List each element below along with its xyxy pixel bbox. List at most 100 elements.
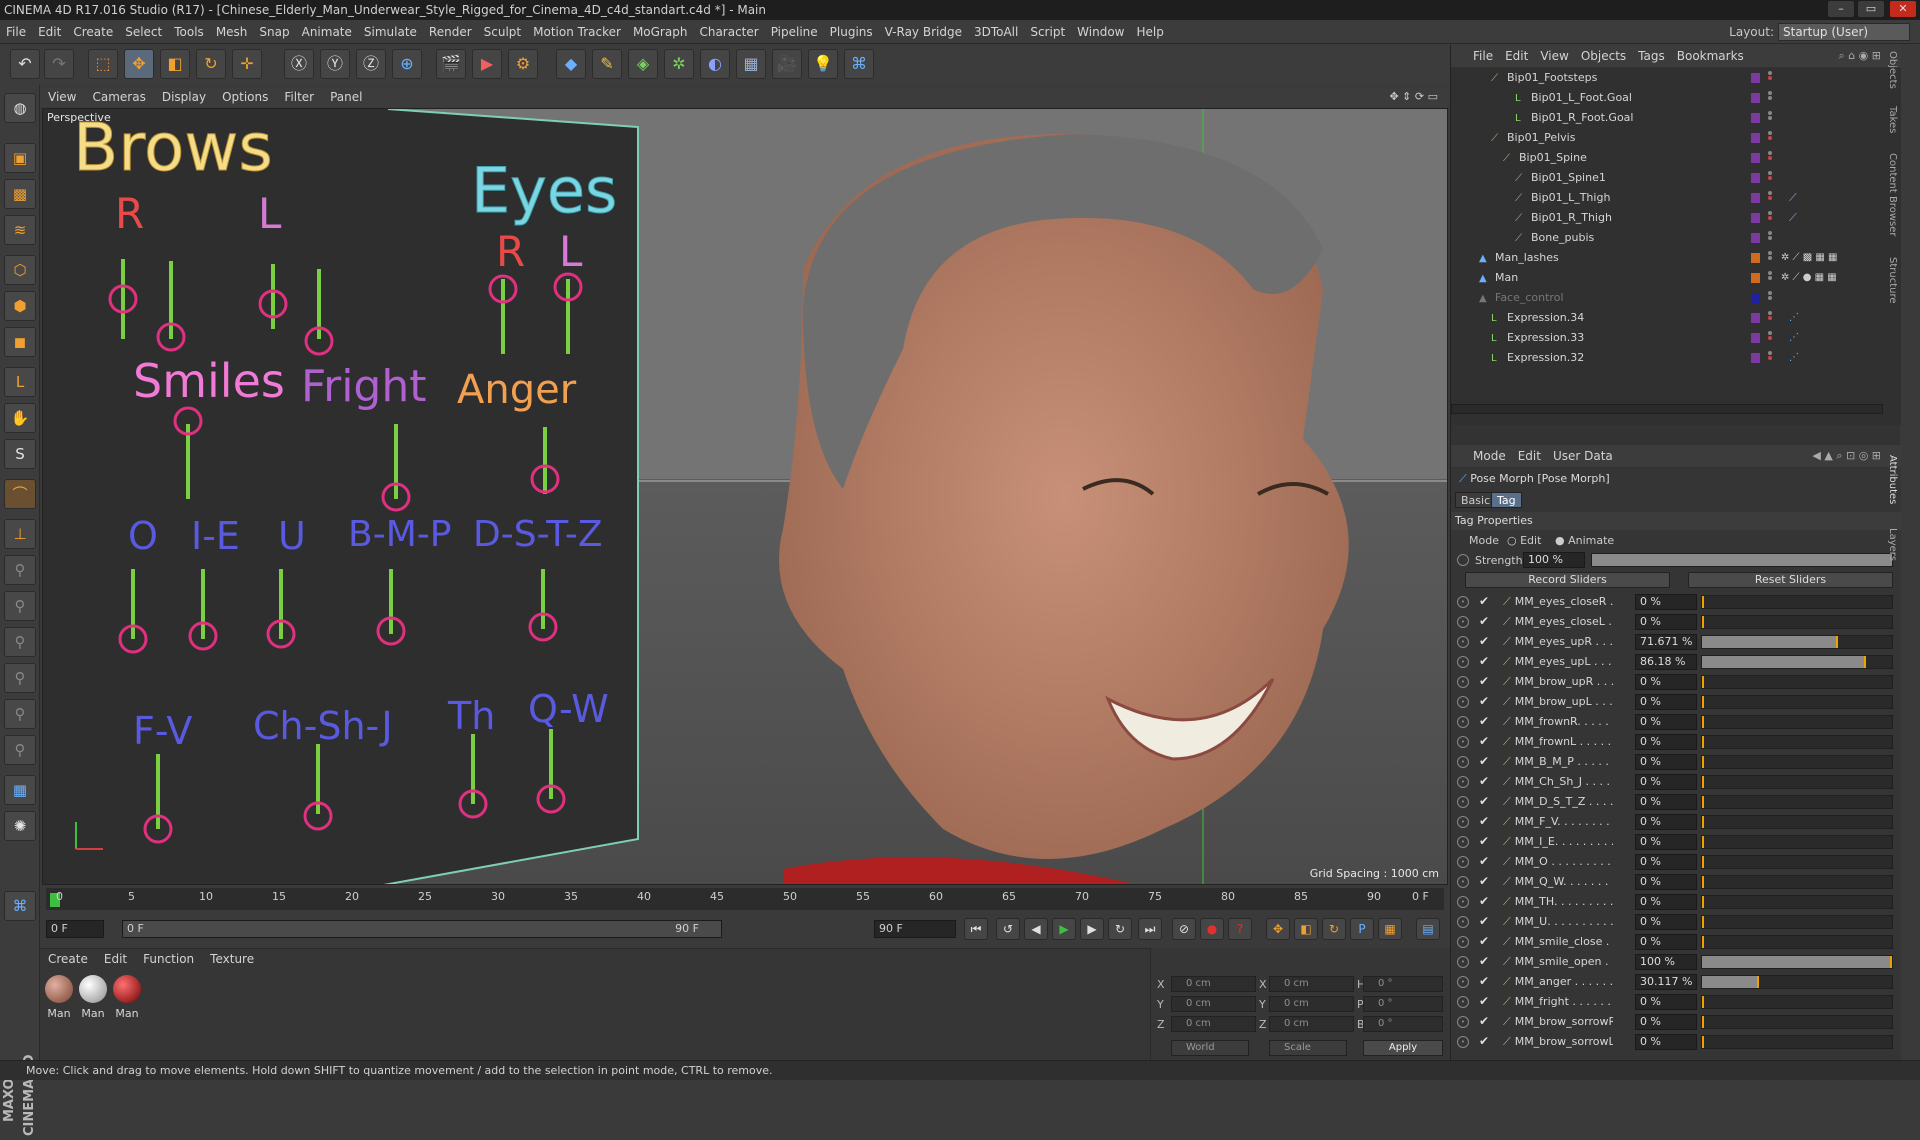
morph-value-field[interactable]: 0 %: [1635, 1014, 1697, 1030]
strength-animate-icon[interactable]: [1457, 554, 1469, 566]
morph-value-field[interactable]: 100 %: [1635, 954, 1697, 970]
animate-dot-icon[interactable]: •: [1457, 816, 1469, 828]
morph-slider[interactable]: [1701, 755, 1893, 769]
z-axis-lock-icon[interactable]: Ⓩ: [356, 49, 386, 79]
animate-dot-icon[interactable]: •: [1457, 716, 1469, 728]
enable-checkbox[interactable]: ✔: [1479, 914, 1493, 928]
material-menu-create[interactable]: Create: [40, 949, 96, 969]
perspective-viewport[interactable]: Brows R L Eyes R L Smiles Fright Anger O…: [42, 108, 1448, 885]
morph-slider[interactable]: [1701, 895, 1893, 909]
visibility-dots[interactable]: [1768, 231, 1772, 245]
side-tab-attributes[interactable]: Attributes: [1884, 445, 1898, 515]
ik-tool-icon[interactable]: ⚲: [4, 591, 36, 621]
enable-checkbox[interactable]: ✔: [1479, 974, 1493, 988]
animate-dot-icon[interactable]: •: [1457, 876, 1469, 888]
enable-checkbox[interactable]: ✔: [1479, 754, 1493, 768]
record-sliders-button[interactable]: Record Sliders: [1465, 572, 1670, 588]
animate-dot-icon[interactable]: •: [1457, 696, 1469, 708]
morph-slider[interactable]: [1701, 935, 1893, 949]
render-picture-viewer-icon[interactable]: ▶: [472, 49, 502, 79]
enable-checkbox[interactable]: ✔: [1479, 714, 1493, 728]
morph-value-field[interactable]: 0 %: [1635, 614, 1697, 630]
animate-dot-icon[interactable]: •: [1457, 656, 1469, 668]
workplane-mode-icon[interactable]: ≋: [4, 215, 36, 245]
undo-icon[interactable]: ↶: [10, 49, 40, 79]
visibility-dots[interactable]: [1768, 71, 1772, 85]
grid-icon[interactable]: ▦: [4, 775, 36, 805]
magnet-icon[interactable]: ⌒: [4, 479, 36, 509]
morph-slider-handle[interactable]: [1702, 616, 1704, 628]
morph-slider[interactable]: [1701, 1015, 1893, 1029]
attributes-menu-edit[interactable]: Edit: [1512, 445, 1547, 467]
morph-slider-handle[interactable]: [1702, 816, 1704, 828]
material-swatch[interactable]: Man: [44, 975, 74, 1025]
record-rotation-icon[interactable]: ↻: [1322, 918, 1346, 940]
menu-snap[interactable]: Snap: [253, 20, 295, 44]
viewport-menu-cameras[interactable]: Cameras: [84, 87, 153, 107]
menu-3dtoall[interactable]: 3DToAll: [968, 20, 1024, 44]
make-editable-icon[interactable]: ◍: [4, 93, 36, 123]
animate-dot-icon[interactable]: •: [1457, 676, 1469, 688]
redo-icon[interactable]: ↷: [44, 49, 74, 79]
spline-pen-icon[interactable]: ✎: [592, 49, 622, 79]
morph-slider-handle[interactable]: [1757, 976, 1760, 988]
autokey-icon[interactable]: ?: [1228, 918, 1252, 940]
morph-value-field[interactable]: 0 %: [1635, 854, 1697, 870]
enable-checkbox[interactable]: ✔: [1479, 814, 1493, 828]
go-to-start-icon[interactable]: ⏮: [964, 918, 988, 940]
floor-object-icon[interactable]: ▦: [736, 49, 766, 79]
visibility-dots[interactable]: [1768, 131, 1772, 145]
tab-tag[interactable]: Tag: [1491, 492, 1522, 508]
enable-checkbox[interactable]: ✔: [1479, 854, 1493, 868]
tree-row[interactable]: L Bip01_R_Foot.Goal: [1451, 108, 1901, 128]
morph-value-field[interactable]: 0 %: [1635, 694, 1697, 710]
viewport-menu-filter[interactable]: Filter: [276, 87, 322, 107]
weight-tool-icon[interactable]: ⚲: [4, 627, 36, 657]
objects-menu-bookmarks[interactable]: Bookmarks: [1671, 45, 1750, 67]
enable-checkbox[interactable]: ✔: [1479, 734, 1493, 748]
enable-checkbox[interactable]: ✔: [1479, 774, 1493, 788]
animate-dot-icon[interactable]: •: [1457, 616, 1469, 628]
viewport-menu-display[interactable]: Display: [154, 87, 214, 107]
record-position-icon[interactable]: ✥: [1266, 918, 1290, 940]
morph-value-field[interactable]: 86.18 %: [1635, 654, 1697, 670]
workplane-icon[interactable]: ⊥: [4, 519, 36, 549]
scale-tool-icon[interactable]: ◧: [160, 49, 190, 79]
animate-dot-icon[interactable]: •: [1457, 836, 1469, 848]
points-mode-icon[interactable]: ⬡: [4, 255, 36, 285]
menu-motion-tracker[interactable]: Motion Tracker: [527, 20, 627, 44]
animate-dot-icon[interactable]: •: [1457, 1016, 1469, 1028]
morph-value-field[interactable]: 0 %: [1635, 1034, 1697, 1050]
snap-icon[interactable]: S: [4, 439, 36, 469]
start-frame-field[interactable]: 0 F: [46, 920, 104, 938]
morph-slider[interactable]: [1701, 775, 1893, 789]
tree-row[interactable]: L Expression.33 ⋰: [1451, 328, 1901, 348]
tab-basic[interactable]: Basic: [1455, 492, 1497, 508]
y-axis-lock-icon[interactable]: Ⓨ: [320, 49, 350, 79]
objects-menu-objects[interactable]: Objects: [1575, 45, 1632, 67]
array-generator-icon[interactable]: ✲: [664, 49, 694, 79]
morph-value-field[interactable]: 0 %: [1635, 714, 1697, 730]
morph-value-field[interactable]: 30.117 %: [1635, 974, 1697, 990]
size-x-field[interactable]: 0 cm: [1269, 976, 1354, 992]
previous-key-icon[interactable]: ↺: [996, 918, 1020, 940]
deformer-icon[interactable]: ◐: [700, 49, 730, 79]
texture-mode-icon[interactable]: ▩: [4, 179, 36, 209]
axis-mode-icon[interactable]: L: [4, 367, 36, 397]
enable-checkbox[interactable]: ✔: [1479, 894, 1493, 908]
morph-slider[interactable]: [1701, 735, 1893, 749]
menu-sculpt[interactable]: Sculpt: [478, 20, 527, 44]
side-tab-objects[interactable]: Objects: [1884, 45, 1898, 95]
morph-slider-handle[interactable]: [1702, 996, 1704, 1008]
morph-value-field[interactable]: 0 %: [1635, 874, 1697, 890]
x-axis-lock-icon[interactable]: Ⓧ: [284, 49, 314, 79]
record-parameter-icon[interactable]: P: [1350, 918, 1374, 940]
morph-value-field[interactable]: 0 %: [1635, 914, 1697, 930]
morph-slider-handle[interactable]: [1863, 656, 1866, 668]
menu-select[interactable]: Select: [119, 20, 168, 44]
material-menu-edit[interactable]: Edit: [96, 949, 135, 969]
menu-tools[interactable]: Tools: [168, 20, 210, 44]
animate-dot-icon[interactable]: •: [1457, 776, 1469, 788]
enable-checkbox[interactable]: ✔: [1479, 654, 1493, 668]
material-swatch[interactable]: Man: [112, 975, 142, 1025]
